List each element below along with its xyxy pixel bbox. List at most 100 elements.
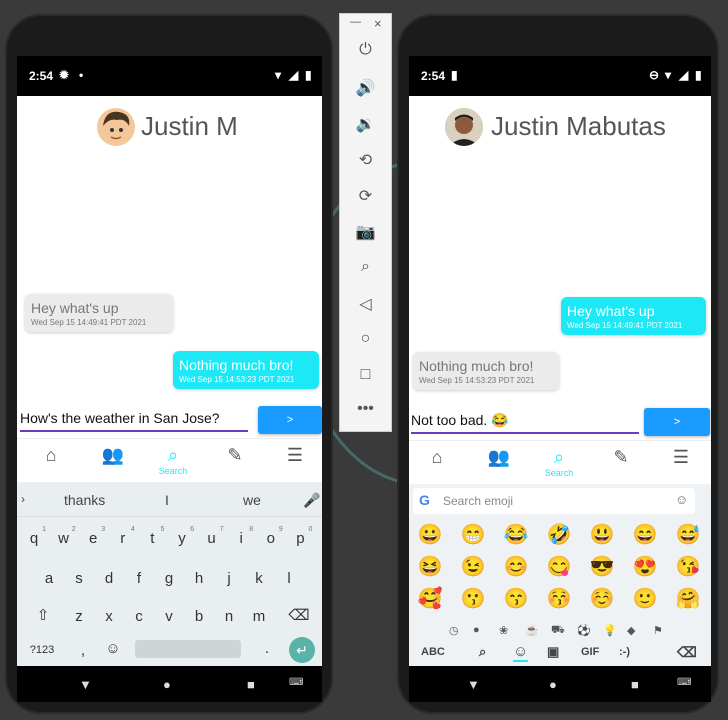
emoji-key[interactable]: 🤗 [673, 586, 703, 611]
recent-icon[interactable]: ◷ [449, 624, 459, 637]
travel-icon[interactable]: ⛟ [551, 624, 565, 638]
back-icon[interactable]: ◁ [340, 294, 391, 314]
keyboard-icon[interactable]: ⌨ [677, 677, 691, 688]
people-icon[interactable]: 👥 [479, 447, 519, 468]
period-key[interactable]: . [255, 640, 279, 657]
emoticon-key[interactable]: :-) [619, 646, 630, 658]
expand-icon[interactable]: › [21, 492, 25, 506]
emoji-key[interactable]: 😀 [415, 522, 445, 547]
emoji-key[interactable]: 😂 [501, 522, 531, 547]
key-c[interactable]: c [127, 608, 151, 625]
mic-icon[interactable]: 🎤 [303, 492, 320, 509]
recents-icon[interactable]: ■ [247, 677, 255, 692]
emoji-key-icon[interactable]: ☺ [101, 640, 125, 657]
emoji-key[interactable]: 😚 [544, 586, 574, 611]
abc-key[interactable]: ABC [421, 646, 445, 658]
emoji-key[interactable]: 😁 [458, 522, 488, 547]
symbols-key[interactable]: ?123 [27, 644, 57, 656]
key-t[interactable]: t5 [140, 526, 164, 547]
more-icon[interactable]: ••• [340, 400, 391, 418]
key-j[interactable]: j [217, 570, 241, 587]
nav-search[interactable]: ⌕ Search [539, 447, 579, 478]
key-f[interactable]: f [127, 570, 151, 587]
key-h[interactable]: h [187, 570, 211, 587]
emoji-search-bar[interactable]: G Search emoji ☺ [413, 488, 695, 514]
home-icon[interactable]: ● [549, 677, 557, 692]
emoji-key[interactable]: 😋 [544, 554, 574, 579]
key-u[interactable]: u7 [200, 526, 223, 547]
emoji-key[interactable]: 😗 [458, 586, 488, 611]
emoji-key[interactable]: 🥰 [415, 586, 445, 611]
objects-icon[interactable]: 💡 [603, 624, 617, 637]
back-icon[interactable]: ▼ [79, 677, 92, 692]
people-icon[interactable]: 👥 [93, 445, 133, 466]
emoji-key[interactable]: ☺️ [587, 586, 617, 611]
edit-icon[interactable]: ✎ [601, 447, 641, 468]
key-x[interactable]: x [97, 608, 121, 625]
volume-up-icon[interactable]: 🔊 [340, 78, 391, 98]
spacebar[interactable] [135, 640, 241, 658]
list-icon[interactable]: ☰ [275, 445, 315, 466]
emoji-key[interactable]: 🤣 [544, 522, 574, 547]
backspace-icon[interactable]: ⌫ [677, 644, 697, 661]
key-m[interactable]: m [247, 608, 271, 625]
emoji-key[interactable]: 🙂 [630, 586, 660, 611]
emoji-key[interactable]: 😉 [458, 554, 488, 579]
send-button[interactable]: > [644, 408, 710, 436]
flags-icon[interactable]: ⚑ [653, 624, 663, 637]
nav-search[interactable]: ⌕ Search [153, 445, 193, 476]
send-button[interactable]: > [258, 406, 322, 434]
key-g[interactable]: g [157, 570, 181, 587]
rotate-right-icon[interactable]: ⟳ [340, 186, 391, 206]
keyboard-icon[interactable]: ⌨ [289, 677, 303, 688]
activity-icon[interactable]: ⚽ [577, 624, 591, 637]
emoji-key[interactable]: 😆 [415, 554, 445, 579]
key-q[interactable]: q1 [22, 526, 46, 547]
key-l[interactable]: l [277, 570, 301, 587]
key-v[interactable]: v [157, 608, 181, 625]
key-a[interactable]: a [37, 570, 61, 587]
backspace-icon[interactable]: ⌫ [287, 606, 311, 624]
edit-icon[interactable]: ✎ [215, 445, 255, 466]
comma-key[interactable]: , [71, 642, 95, 659]
message-input[interactable]: How's the weather in San Jose? [20, 406, 248, 432]
suggestion[interactable]: I [165, 492, 169, 508]
suggestion[interactable]: thanks [64, 492, 105, 508]
key-s[interactable]: s [67, 570, 91, 587]
emoji-key[interactable]: 😅 [673, 522, 703, 547]
key-y[interactable]: y6 [170, 526, 194, 547]
key-b[interactable]: b [187, 608, 211, 625]
home-icon[interactable]: ⌂ [417, 447, 457, 468]
recents-icon[interactable]: ■ [631, 677, 639, 692]
key-r[interactable]: r4 [111, 526, 135, 547]
emoji-key[interactable]: 😍 [630, 554, 660, 579]
key-i[interactable]: i8 [229, 526, 254, 547]
shift-icon[interactable]: ⇧ [31, 606, 55, 624]
close-button[interactable]: × [374, 16, 382, 31]
key-d[interactable]: d [97, 570, 121, 587]
enter-icon[interactable]: ↵ [289, 637, 315, 663]
emoji-key[interactable]: 😊 [501, 554, 531, 579]
rotate-left-icon[interactable]: ⟲ [340, 150, 391, 170]
key-o[interactable]: o9 [259, 526, 283, 547]
back-icon[interactable]: ▼ [467, 677, 480, 692]
key-e[interactable]: e3 [81, 526, 105, 547]
volume-down-icon[interactable]: 🔉 [340, 114, 391, 134]
sticker-search-icon[interactable]: ⌕ [479, 644, 486, 660]
symbols-icon[interactable]: ◆ [627, 624, 635, 637]
suggestion[interactable]: we [243, 492, 261, 508]
key-p[interactable]: p0 [288, 526, 312, 547]
emoji-key[interactable]: 😃 [587, 522, 617, 547]
home-icon[interactable]: ⌂ [31, 445, 71, 466]
minimize-button[interactable]: — [350, 16, 361, 28]
message-input[interactable]: Not too bad. 😂 [411, 408, 639, 434]
home-icon[interactable]: ● [163, 677, 171, 692]
key-z[interactable]: z [67, 608, 91, 625]
emoji-key[interactable]: 😄 [630, 522, 660, 547]
key-k[interactable]: k [247, 570, 271, 587]
emoji-key[interactable]: 😙 [501, 586, 531, 611]
camera-icon[interactable]: 📷 [340, 222, 391, 242]
power-icon[interactable]: ⏻ [340, 41, 391, 59]
zoom-icon[interactable]: ⌕ [340, 258, 391, 276]
key-w[interactable]: w2 [52, 526, 75, 547]
